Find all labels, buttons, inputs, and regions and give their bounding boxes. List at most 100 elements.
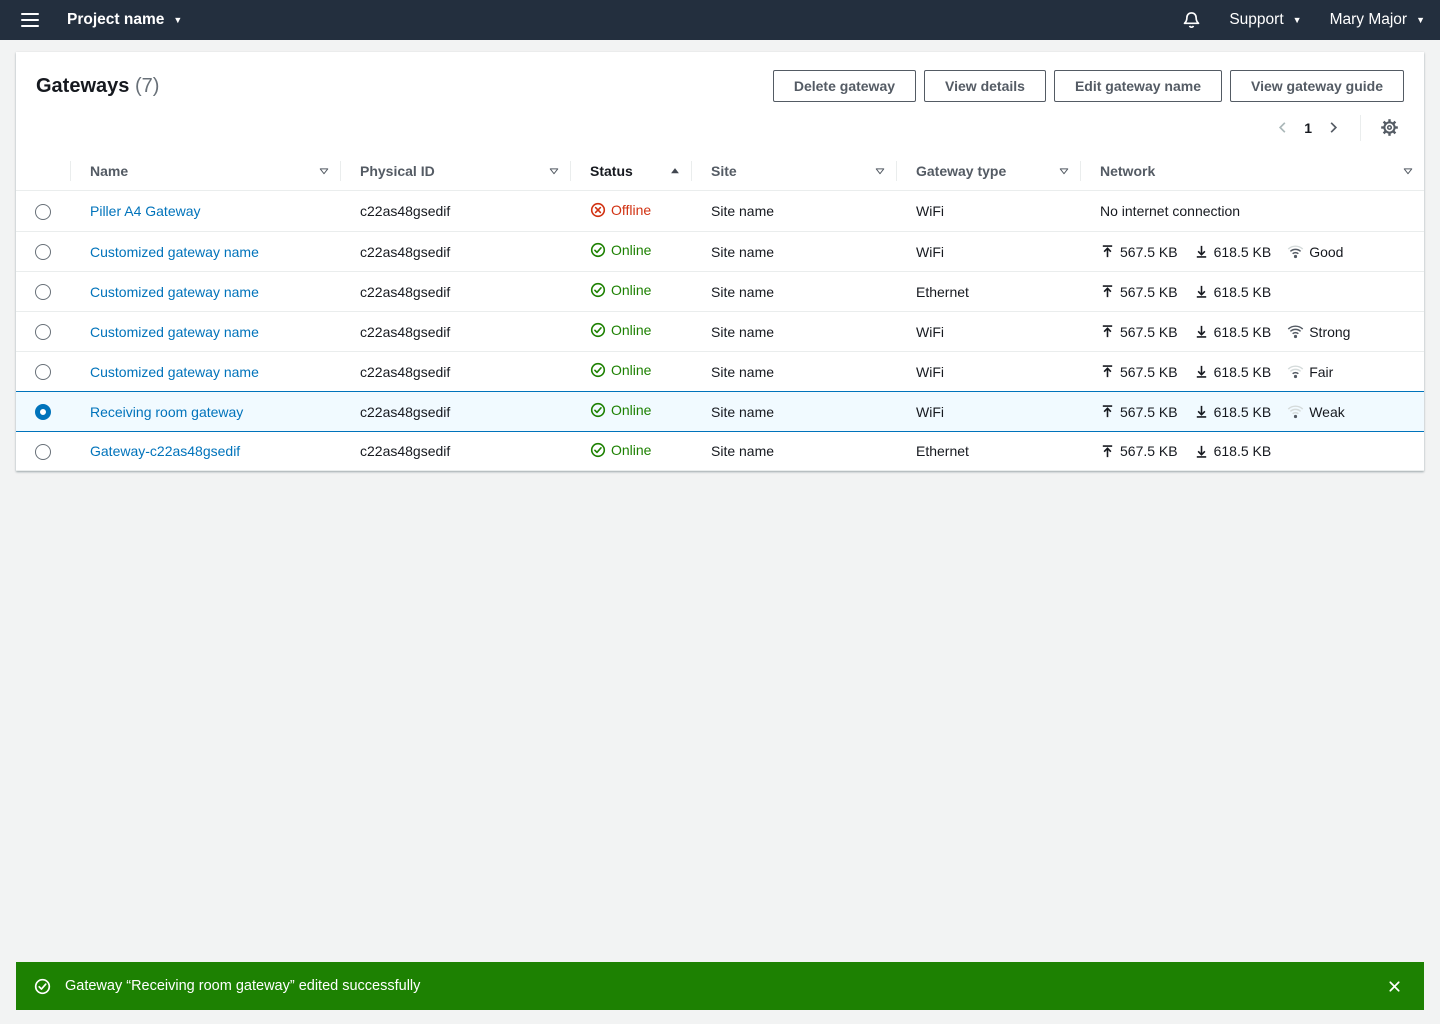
name-cell: Gateway-c22as48gsedif [70,431,340,471]
name-cell: Receiving room gateway [70,391,340,431]
column-header-status[interactable]: Status [570,151,691,191]
gateway-name-link[interactable]: Customized gateway name [90,244,259,260]
menu-icon[interactable] [15,7,45,34]
download-icon [1194,364,1209,379]
site-cell: Site name [691,431,896,471]
column-label: Network [1100,163,1155,179]
gateway-name-link[interactable]: Customized gateway name [90,284,259,300]
table-header-row: Name Physical ID StatusSite Gateway type Net… [16,151,1424,191]
wifi-signal-label: Strong [1309,324,1350,340]
download-icon [1194,284,1209,299]
current-page-number[interactable]: 1 [1297,120,1319,136]
status-cell: Online [570,231,691,271]
download-icon [1194,324,1209,339]
column-header-gateway-type[interactable]: Gateway type [896,151,1080,191]
gateway-name-link[interactable]: Gateway-c22as48gsedif [90,443,240,459]
status-indicator: Offline [590,202,651,218]
gateway-name-link[interactable]: Customized gateway name [90,364,259,380]
status-indicator: Online [590,402,651,418]
column-header-site[interactable]: Site [691,151,896,191]
status-online-icon [590,442,606,458]
user-menu[interactable]: Mary Major ▼ [1330,11,1425,29]
download-value: 618.5 KB [1214,443,1272,459]
status-offline-icon [590,202,606,218]
top-navbar: Project name ▼ Support ▼ Mary Major ▼ [0,0,1440,40]
wifi-icon [1287,403,1304,420]
row-select-radio[interactable] [35,284,51,300]
wifi-signal: Weak [1287,403,1345,420]
view-details-button[interactable]: View details [924,70,1046,102]
physical-id-cell: c22as48gsedif [340,191,570,231]
status-cell: Online [570,431,691,471]
row-select-radio[interactable] [35,204,51,220]
name-cell: Customized gateway name [70,231,340,271]
settings-gear-icon[interactable] [1373,114,1406,141]
column-header-name[interactable]: Name [70,151,340,191]
table-row[interactable]: Gateway-c22as48gsedifc22as48gsedifOnline… [16,431,1424,471]
row-select-radio[interactable] [35,404,51,420]
gateway-type-cell: WiFi [896,351,1080,391]
success-check-icon [34,978,51,995]
gateway-name-link[interactable]: Customized gateway name [90,324,259,340]
column-header-network[interactable]: Network [1080,151,1424,191]
gateway-name-link[interactable]: Receiving room gateway [90,404,243,420]
previous-page-button[interactable] [1268,116,1297,139]
page-title: Gateways (7) [36,75,159,98]
edit-gateway-name-button[interactable]: Edit gateway name [1054,70,1222,102]
row-select-radio[interactable] [35,244,51,260]
network-cell: 567.5 KB618.5 KBFair [1100,363,1414,380]
gateway-type-cell: WiFi [896,191,1080,231]
status-cell: Online [570,271,691,311]
table-row[interactable]: Customized gateway namec22as48gsedifOnli… [16,311,1424,351]
status-label: Online [611,282,651,298]
sort-icon [1402,165,1414,177]
select-cell [16,351,70,391]
gateways-panel: Gateways (7) Delete gateway View details… [16,52,1424,471]
download-value: 618.5 KB [1214,404,1272,420]
status-label: Offline [611,202,651,218]
notifications-bell-icon[interactable] [1182,11,1201,30]
wifi-signal: Fair [1287,363,1333,380]
select-cell [16,191,70,231]
status-online-icon [590,242,606,258]
delete-gateway-button[interactable]: Delete gateway [773,70,916,102]
upload-stat: 567.5 KB [1100,364,1178,380]
upload-value: 567.5 KB [1120,443,1178,459]
network-cell: 567.5 KB618.5 KBStrong [1100,323,1414,340]
column-header-physical-id[interactable]: Physical ID [340,151,570,191]
upload-icon [1100,444,1115,459]
project-name-menu[interactable]: Project name ▼ [67,11,182,29]
row-select-radio[interactable] [35,444,51,460]
table-controls: 1 [16,102,1424,151]
row-select-radio[interactable] [35,324,51,340]
view-gateway-guide-button[interactable]: View gateway guide [1230,70,1404,102]
select-cell [16,311,70,351]
table-row[interactable]: Customized gateway namec22as48gsedifOnli… [16,231,1424,271]
table-row[interactable]: Customized gateway namec22as48gsedifOnli… [16,271,1424,311]
row-select-radio[interactable] [35,364,51,380]
status-online-icon [590,322,606,338]
network-cell: 567.5 KB618.5 KBGood [1100,243,1414,260]
next-page-button[interactable] [1319,116,1348,139]
site-cell: Site name [691,351,896,391]
upload-value: 567.5 KB [1120,404,1178,420]
wifi-signal-label: Good [1309,244,1343,260]
site-cell: Site name [691,271,896,311]
table-body: Piller A4 Gateway c22as48gsedif Offline Sit… [16,191,1424,471]
name-cell: Customized gateway name [70,351,340,391]
sort-icon [318,165,330,177]
table-row[interactable]: Customized gateway namec22as48gsedifOnli… [16,351,1424,391]
navbar-utilities: Support ▼ Mary Major ▼ [1182,11,1425,30]
column-label: Physical ID [360,163,435,179]
gateway-name-link[interactable]: Piller A4 Gateway [90,203,201,219]
support-menu[interactable]: Support ▼ [1229,11,1301,29]
download-stat: 618.5 KB [1194,244,1272,260]
wifi-signal-label: Weak [1309,404,1345,420]
close-icon[interactable] [1383,975,1406,998]
support-label: Support [1229,11,1283,29]
table-row[interactable]: Piller A4 Gatewayc22as48gsedifOfflineSit… [16,191,1424,231]
physical-id-cell: c22as48gsedif [340,351,570,391]
column-label: Gateway type [916,163,1006,179]
wifi-signal: Good [1287,243,1343,260]
table-row[interactable]: Receiving room gatewayc22as48gsedifOnlin… [16,391,1424,431]
